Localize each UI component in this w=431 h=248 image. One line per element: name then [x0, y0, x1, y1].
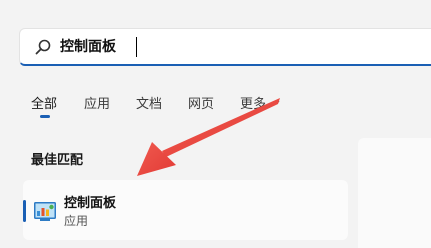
tab-apps[interactable]: 应用: [84, 93, 110, 112]
tab-all[interactable]: 全部: [31, 93, 57, 112]
preview-pane: [358, 138, 431, 248]
tab-web[interactable]: 网页: [188, 93, 214, 112]
filter-tabs: 全部 应用 文档 网页 更多: [0, 90, 431, 122]
result-subtitle: 应用: [64, 214, 89, 228]
search-window: 全部 应用 文档 网页 更多 最佳匹配 控制面板 应用: [0, 0, 431, 248]
tab-more-label: 更多: [240, 97, 267, 112]
selection-indicator: [23, 200, 26, 222]
active-tab-indicator: [40, 115, 50, 118]
arrow-head: [137, 142, 176, 176]
search-icon: [35, 39, 51, 55]
search-box[interactable]: [19, 28, 431, 66]
control-panel-icon: [34, 202, 56, 221]
result-title: 控制面板: [64, 196, 117, 211]
best-match-heading: 最佳匹配: [31, 153, 84, 168]
text-caret: [136, 37, 137, 57]
best-match-result[interactable]: 控制面板 应用: [23, 180, 348, 240]
tab-documents[interactable]: 文档: [136, 93, 162, 112]
search-input[interactable]: [60, 36, 420, 58]
tab-more[interactable]: 更多: [240, 93, 280, 112]
chevron-down-icon: [273, 100, 280, 105]
